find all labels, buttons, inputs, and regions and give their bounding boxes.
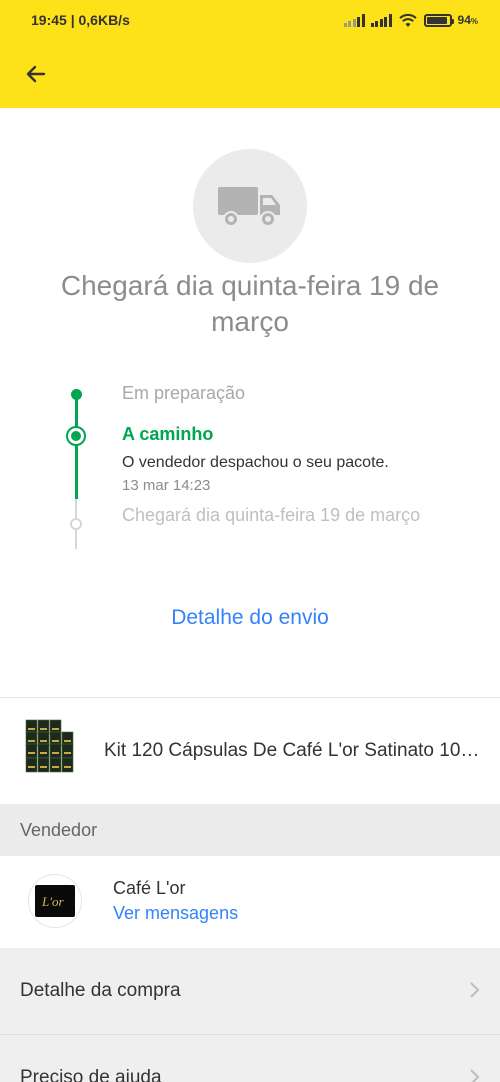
- view-messages-link[interactable]: Ver mensagens: [113, 903, 238, 924]
- signal-icon: [343, 13, 365, 27]
- timeline-step-on-the-way: A caminho: [122, 424, 214, 444]
- battery-icon: [423, 13, 454, 27]
- timeline-step-preparing: Em preparação: [122, 383, 246, 403]
- purchase-details-row[interactable]: Detalhe da compra: [0, 948, 500, 1034]
- timeline-dot-done: [71, 389, 82, 400]
- wifi-icon: [398, 13, 417, 27]
- timeline-step-date: 13 mar 14:23: [122, 477, 211, 494]
- chevron-right-icon: [470, 982, 480, 998]
- chevron-right-icon: [470, 1069, 480, 1082]
- need-help-label: Preciso de ajuda: [20, 1067, 162, 1082]
- seller-avatar: L'or: [28, 874, 82, 928]
- timeline-dot-current: [66, 426, 86, 446]
- battery-percent: 94%: [457, 13, 478, 27]
- purchase-details-label: Detalhe da compra: [20, 980, 181, 1001]
- timeline-step-arrival: Chegará dia quinta-feira 19 de março: [122, 505, 421, 525]
- shipment-timeline: Em preparação A caminho O vendedor despa…: [0, 375, 500, 555]
- delivery-title: Chegará dia quinta-feira 19 de março: [60, 270, 440, 337]
- seller-row: L'or Café L'or Ver mensagens: [0, 856, 500, 948]
- seller-name: Café L'or: [113, 878, 186, 898]
- product-thumbnail: [24, 718, 80, 778]
- product-title: Kit 120 Cápsulas De Café L'or Satinato 1…: [104, 740, 484, 761]
- status-icons: 94%: [343, 13, 478, 28]
- truck-icon: [218, 187, 280, 227]
- timeline-dot-pending: [70, 518, 82, 530]
- timeline-step-description: O vendedor despachou o seu pacote.: [122, 454, 389, 471]
- svg-text:L'or: L'or: [41, 894, 65, 909]
- seller-logo: L'or: [35, 885, 75, 917]
- back-button[interactable]: [14, 52, 58, 96]
- seller-section-title: Vendedor: [20, 820, 98, 840]
- status-bar: 19:45 | 0,6KB/s 94%: [0, 0, 500, 40]
- lor-logo-mark: L'or: [41, 894, 65, 909]
- need-help-row[interactable]: Preciso de ajuda: [0, 1034, 500, 1082]
- shipment-icon-circle: [193, 149, 307, 263]
- product-row[interactable]: Kit 120 Cápsulas De Café L'or Satinato 1…: [0, 698, 500, 804]
- timeline-progress-line: [75, 395, 78, 499]
- app-bar: [0, 40, 500, 108]
- battery-level: [426, 16, 448, 24]
- signal-icon: [370, 13, 392, 27]
- shipment-details-link[interactable]: Detalhe do envio: [0, 606, 500, 630]
- seller-section-header: Vendedor: [0, 804, 500, 856]
- status-time: 19:45 | 0,6KB/s: [31, 12, 130, 28]
- arrow-left-icon: [26, 65, 46, 83]
